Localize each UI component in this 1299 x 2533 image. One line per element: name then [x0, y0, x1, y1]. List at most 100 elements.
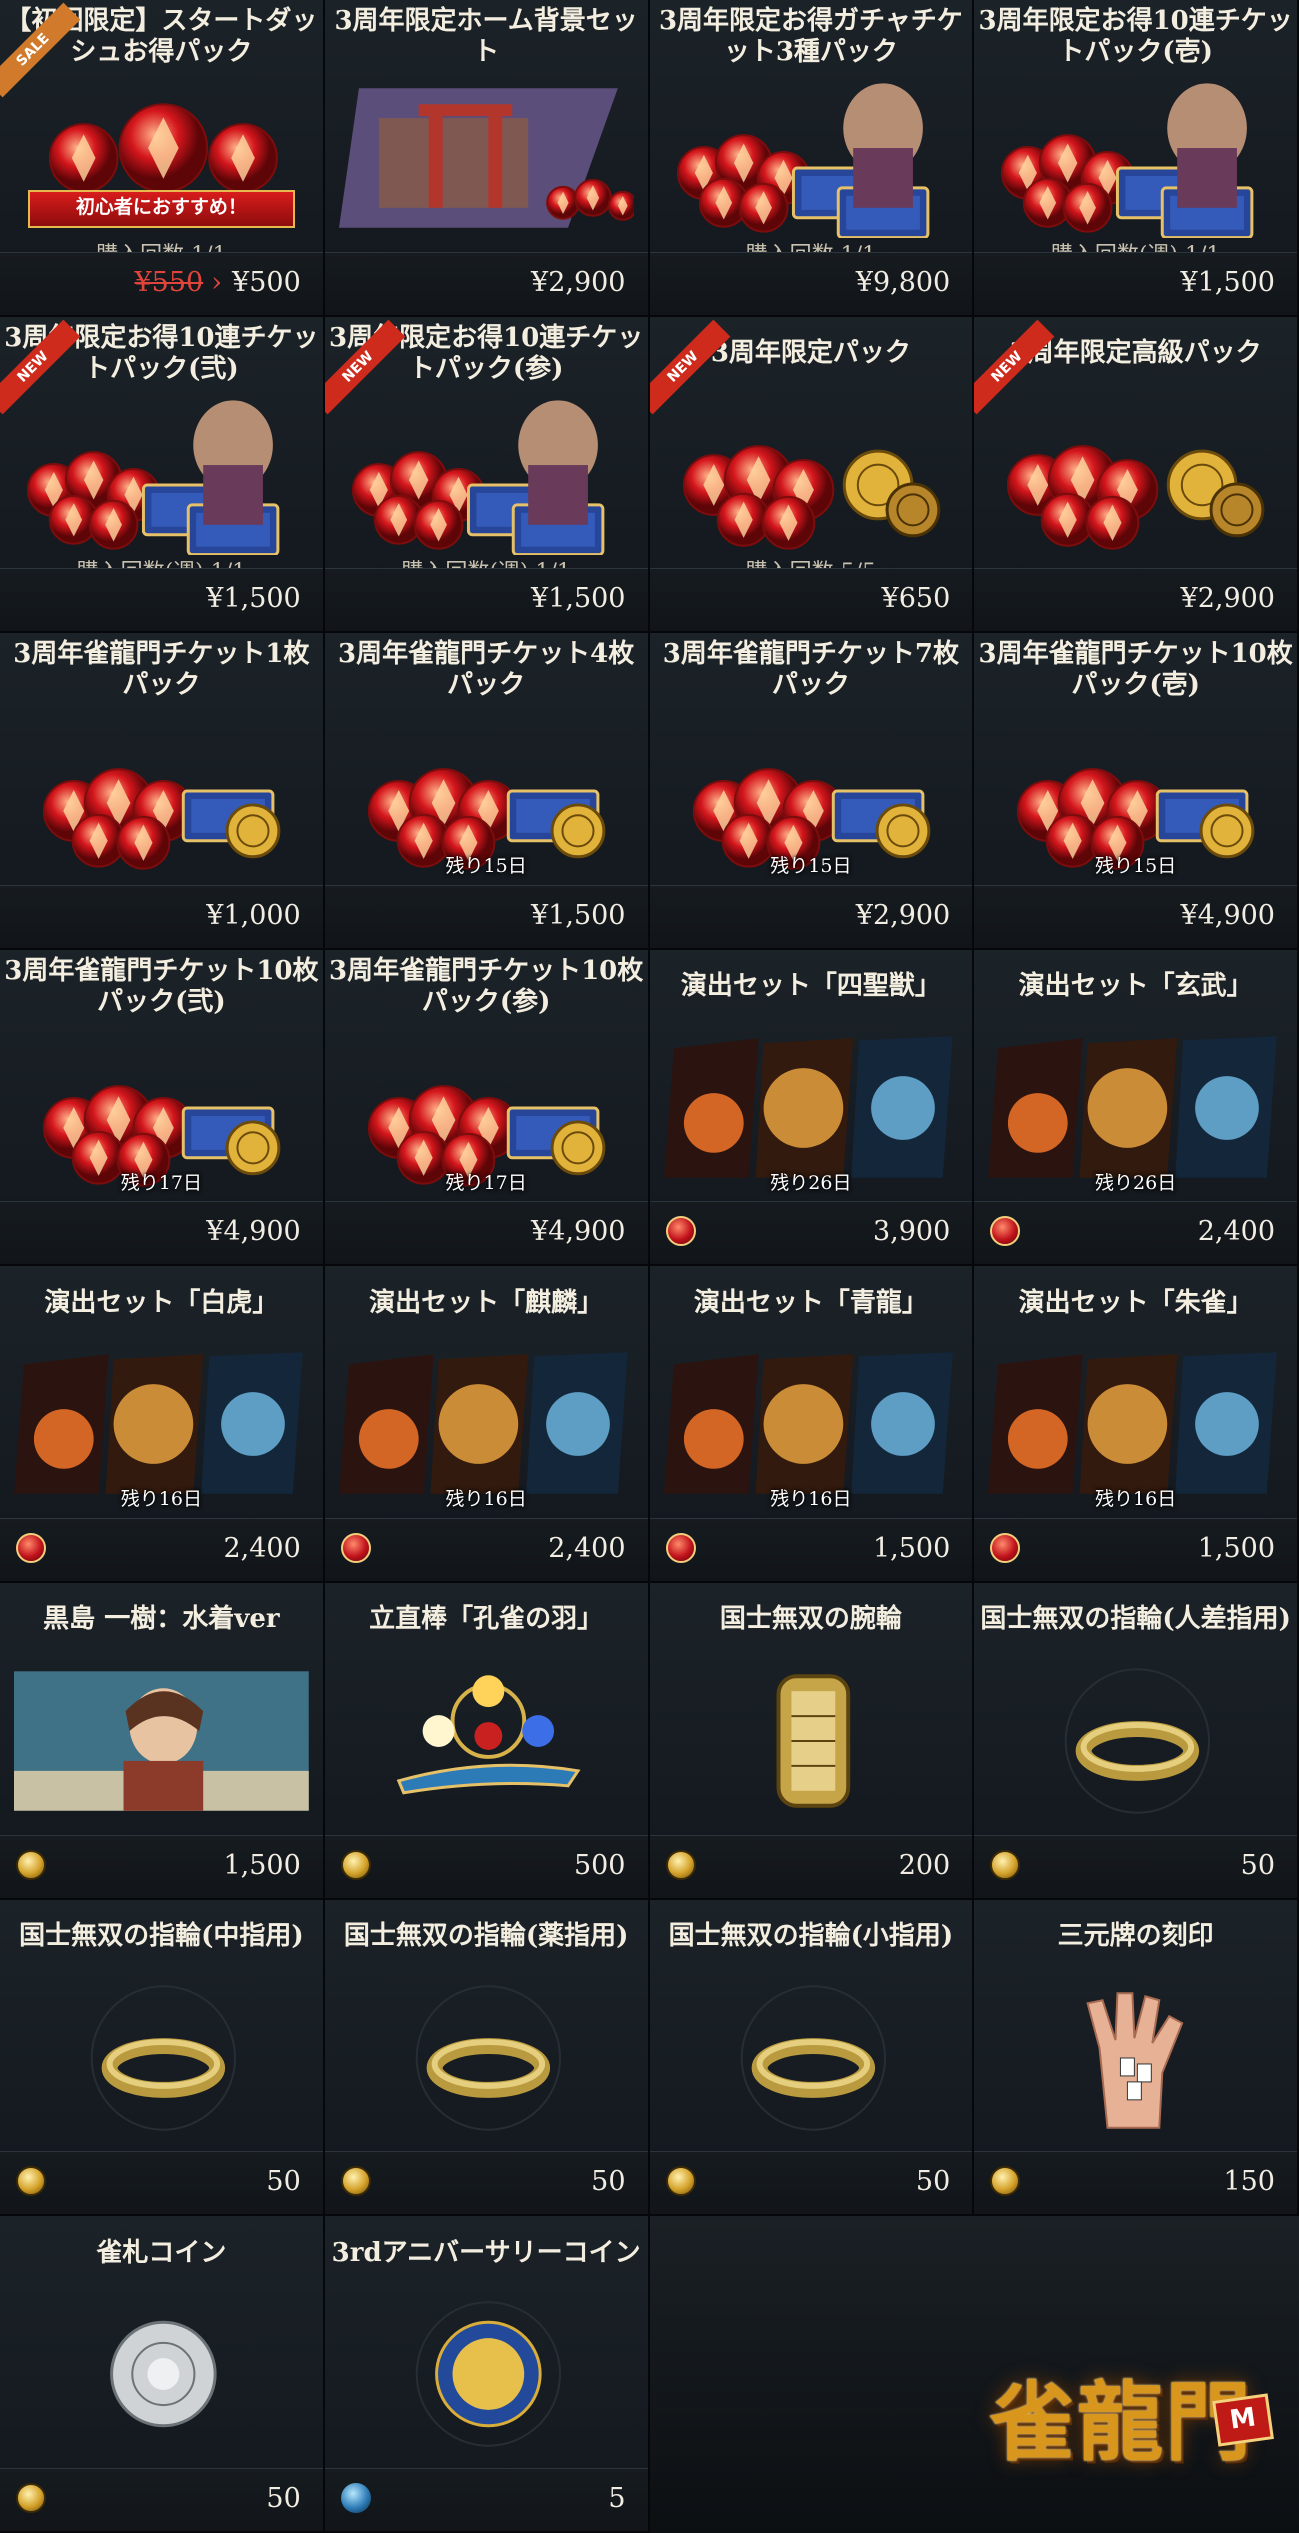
shop-item-card[interactable]: 3周年限定お得10連チケットパック(壱)購入回数(週) 1/1¥1,500 — [974, 0, 1299, 317]
item-image — [339, 395, 634, 555]
shop-item-card[interactable]: 国士無双の指輪(人差指用) 50 — [974, 1582, 1299, 1900]
current-price: 3,900 — [872, 1216, 951, 1248]
price-bar: 2,400 — [974, 1201, 1297, 1265]
price-bar: ¥4,900 — [0, 1201, 323, 1265]
ticket-pack-icon — [351, 399, 605, 555]
item-image — [988, 395, 1283, 555]
remaining-days: 残り16日 — [120, 1488, 202, 1511]
shop-item-card[interactable]: 3周年雀龍門チケット10枚パック(弐) 残り17日 ¥4,900 — [0, 949, 325, 1267]
price-bar: ¥550 › ¥500 — [0, 251, 323, 315]
gold-currency-icon — [665, 2166, 696, 2197]
item-image — [664, 1978, 959, 2138]
item-image — [664, 1661, 959, 1821]
red-currency-icon — [665, 1216, 696, 1247]
current-price: 2,400 — [548, 1532, 626, 1564]
hand-tattoo-icon — [1086, 1991, 1184, 2129]
current-price: 500 — [573, 1849, 626, 1881]
shop-item-card[interactable]: 演出セット「白虎」 残り16日 2,400 — [0, 1266, 325, 1583]
remaining-days: 残り17日 — [120, 1171, 202, 1194]
shop-item-card[interactable]: 3周年雀龍門チケット1枚パック ¥1,000 — [0, 633, 325, 950]
current-price: ¥4,900 — [1180, 899, 1275, 931]
item-image — [988, 1978, 1283, 2138]
price: ¥2,900 — [856, 900, 950, 931]
item-image — [339, 1028, 634, 1188]
effect-set-icon — [988, 1352, 1278, 1495]
shop-item-card[interactable]: 3周年限定高級パック NEW ¥2,900 — [974, 316, 1299, 634]
shop-item-card[interactable]: 三元牌の刻印 150 — [974, 1899, 1299, 2217]
gold-currency-icon — [665, 1849, 696, 1880]
current-price: ¥1,500 — [206, 583, 301, 615]
current-price: 5 — [608, 2482, 626, 2514]
current-price: ¥650 — [881, 583, 951, 615]
gem-ticket-icon — [692, 768, 930, 870]
effect-set-icon — [663, 1036, 953, 1178]
ring-icon — [90, 1984, 237, 2131]
item-image — [664, 395, 959, 555]
shop-item-card[interactable]: 国士無双の指輪(小指用) 50 — [649, 1899, 975, 2217]
gem-ticket-icon — [42, 768, 281, 870]
item-title: 3周年限定ホーム背景セット — [334, 6, 638, 67]
price: 1,500 — [1198, 1533, 1275, 1564]
current-price: 50 — [915, 2166, 951, 2198]
remaining-days: 残り26日 — [770, 1171, 852, 1194]
shop-item-card[interactable]: 黒島 一樹：水着ver 1,500 — [0, 1582, 325, 1900]
gem-coin-icon — [1007, 444, 1265, 550]
item-image — [663, 1028, 959, 1188]
price-bar: 2,400 — [324, 1517, 648, 1581]
ticket-pack-icon — [1001, 83, 1254, 238]
price-bar: 2,400 — [0, 1517, 323, 1581]
remaining-days: 残り15日 — [770, 855, 852, 878]
item-image — [14, 711, 309, 871]
ticket-pack-icon — [26, 399, 280, 555]
shop-item-card[interactable]: 3周年雀龍門チケット10枚パック(参) 残り17日 ¥4,900 — [324, 949, 650, 1267]
price-bar: ¥2,900 — [324, 251, 648, 315]
shop-item-card[interactable]: 雀札コイン 50 — [0, 2216, 325, 2533]
price: 50 — [266, 2483, 300, 2514]
price: 50 — [1241, 1850, 1275, 1881]
item-image — [339, 1661, 634, 1821]
shop-item-card[interactable]: 3周年限定ホーム背景セット ¥2,900 — [324, 0, 650, 317]
price: ¥4,900 — [531, 1216, 625, 1247]
price-bar: ¥2,900 — [974, 568, 1297, 632]
shop-item-card[interactable]: 3周年限定お得ガチャチケット3種パック購入回数 1/1¥9,800 — [649, 0, 975, 317]
item-image — [14, 1344, 309, 1504]
remaining-days: 残り26日 — [1095, 1171, 1177, 1194]
shop-item-card[interactable]: 国士無双の腕輪 200 — [649, 1582, 975, 1900]
red-currency-icon — [340, 1532, 371, 1563]
shop-item-card[interactable]: 3rdアニバーサリーコイン 5 — [324, 2216, 650, 2533]
item-image — [988, 1661, 1283, 1821]
item-title: 3周年限定お得10連チケットパック(壱) — [978, 6, 1293, 67]
shop-item-card[interactable]: 演出セット「青龍」 残り16日 1,500 — [649, 1266, 975, 1583]
shop-item-card[interactable]: 3周年雀龍門チケット7枚パック残り15日 ¥2,900 — [649, 633, 975, 950]
price: ¥650 — [882, 583, 951, 614]
shop-item-card[interactable]: 3周年限定お得10連チケットパック(参)NEW購入回数(週) 1/1¥1,500 — [324, 316, 650, 634]
price: 200 — [899, 1850, 951, 1881]
shop-item-card[interactable]: 国士無双の指輪(中指用) 50 — [0, 1899, 325, 2217]
item-title: 国士無双の指輪(小指用) — [668, 1921, 954, 1952]
price-bar: 50 — [324, 2151, 648, 2215]
red-currency-icon — [990, 1532, 1021, 1563]
shop-item-card[interactable]: 演出セット「玄武」 残り26日 2,400 — [974, 949, 1299, 1267]
price-bar: 5 — [324, 2467, 648, 2531]
current-price: 2,400 — [1197, 1216, 1275, 1248]
current-price: 200 — [898, 1849, 951, 1881]
item-image — [664, 711, 959, 871]
shop-item-card[interactable]: 演出セット「四聖獣」 残り26日 3,900 — [649, 949, 975, 1267]
price-bar: ¥650 — [649, 568, 973, 632]
current-price: ¥1,500 — [531, 899, 626, 931]
shop-item-card[interactable]: 3周年限定お得10連チケットパック(弐)NEW購入回数(週) 1/1¥1,500 — [0, 316, 325, 634]
shop-item-card[interactable]: 演出セット「麒麟」 残り16日 2,400 — [324, 1266, 650, 1583]
item-title: 国士無双の指輪(中指用) — [19, 1921, 304, 1952]
shop-item-card[interactable]: 演出セット「朱雀」 残り16日 1,500 — [974, 1266, 1299, 1583]
price-bar: 50 — [974, 1834, 1297, 1898]
shop-item-card[interactable]: 3周年限定パックNEW購入回数 5/5¥650 — [649, 316, 975, 634]
shop-item-card[interactable]: 立直棒「孔雀の羽」 500 — [324, 1582, 650, 1900]
shop-item-card[interactable]: 国士無双の指輪(薬指用) 50 — [324, 1899, 650, 2217]
shop-item-card[interactable]: 3周年雀龍門チケット4枚パック 残り15日 ¥1,500 — [324, 633, 650, 950]
shop-item-card[interactable]: 【初回限定】スタートダッシュお得パック初心者におすすめ！SALE購入回数 1/1… — [0, 0, 325, 317]
remaining-days: 残り17日 — [445, 1171, 527, 1194]
item-title: 3周年雀龍門チケット7枚パック — [662, 639, 959, 701]
shop-item-card[interactable]: 3周年雀龍門チケット10枚パック(壱) 残り15日 ¥4,900 — [974, 633, 1299, 950]
item-image — [664, 78, 959, 238]
current-price: 1,500 — [872, 1532, 951, 1564]
